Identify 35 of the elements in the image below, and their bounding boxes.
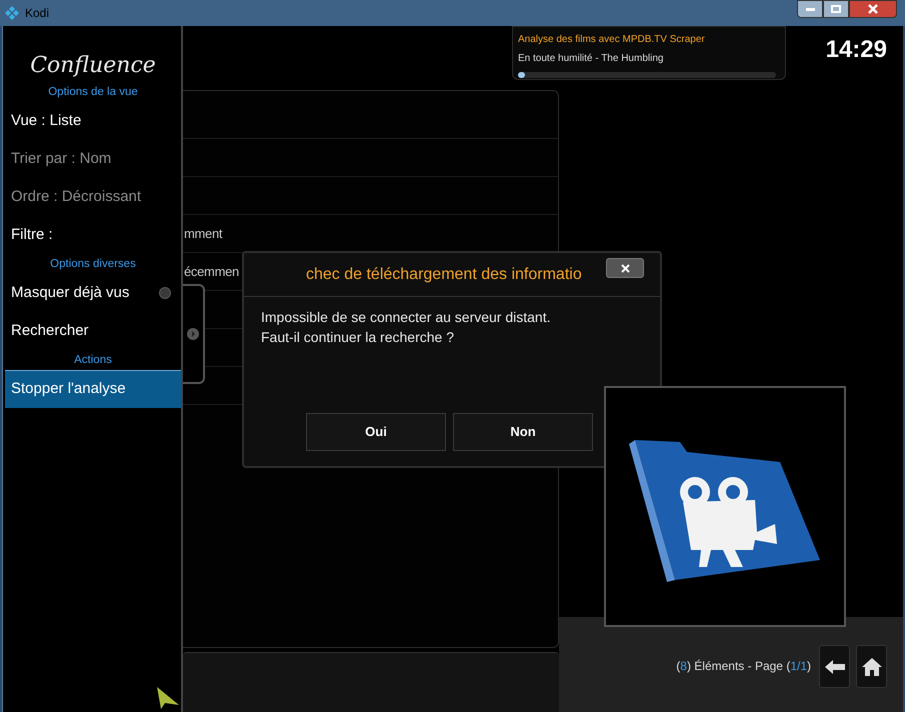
section-heading: Actions — [74, 353, 112, 368]
maximize-button[interactable] — [823, 0, 849, 18]
progress-title: Analyse des films avec MPDB.TV Scraper — [518, 33, 706, 47]
logo: Confluence — [30, 52, 156, 80]
clock: 14:29 — [826, 35, 887, 65]
home-icon — [862, 658, 882, 676]
sidebar-item[interactable]: Masquer déjà vus — [5, 274, 181, 312]
minimize-button[interactable] — [797, 0, 823, 18]
page-info: (8) Éléments - Page (1/1) — [676, 658, 811, 675]
sidebar-item[interactable]: Rechercher — [5, 312, 181, 350]
dialog-title: chec de téléchargement des informatio — [306, 264, 582, 284]
list-item[interactable]: mment — [184, 224, 222, 244]
dialog-message: Impossible de se connecter au serveur distant. — [261, 308, 552, 327]
home-button[interactable] — [856, 645, 887, 688]
dialog-button[interactable]: Non — [453, 413, 593, 451]
side-tab[interactable] — [183, 284, 205, 384]
chevron-right-icon — [187, 328, 199, 340]
arrow-left-icon — [824, 660, 844, 674]
dialog-message: Faut-il continuer la recherche ? — [261, 328, 455, 347]
close-button[interactable] — [849, 0, 897, 18]
sidebar-item[interactable]: Stopper l'analyse — [5, 370, 181, 408]
sidebar-item[interactable]: Filtre : — [5, 216, 181, 254]
dialog-button[interactable]: Oui — [306, 413, 446, 451]
back-button[interactable] — [819, 645, 850, 688]
kodi-logo-icon — [5, 6, 19, 20]
close-button[interactable] — [606, 258, 644, 278]
mouse-pointer-icon — [157, 687, 179, 709]
section-heading: Options diverses — [50, 257, 136, 272]
close-icon — [620, 264, 630, 272]
progress-item: En toute humilité - The Humbling — [518, 52, 664, 66]
section-heading: Options de la vue — [48, 85, 138, 100]
sidebar-item[interactable]: Vue : Liste — [5, 102, 181, 140]
close-icon — [868, 4, 878, 14]
list-item[interactable]: écemmen — [184, 262, 239, 282]
window-title: Kodi — [25, 5, 50, 22]
